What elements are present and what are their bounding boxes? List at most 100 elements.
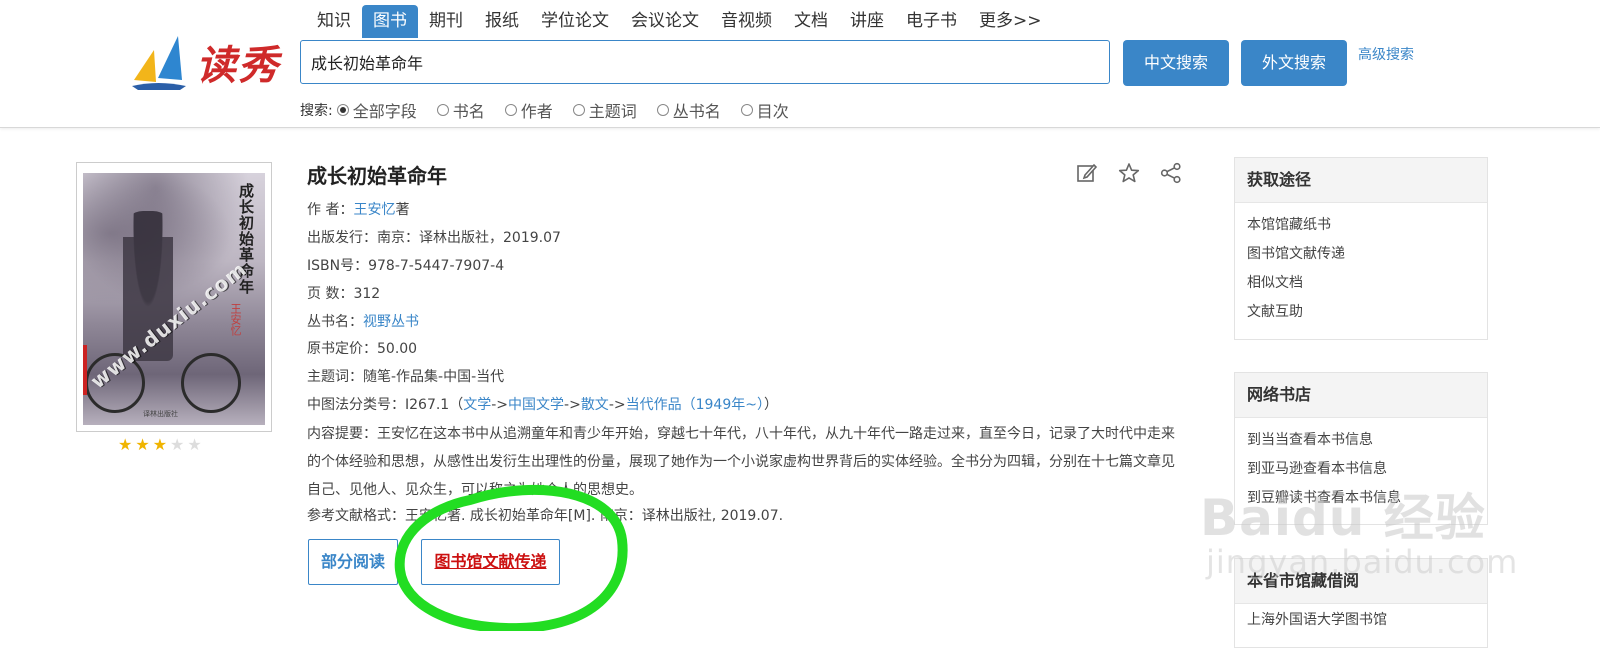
access-panel: 获取途径 本馆馆藏纸书 图书馆文献传递 相似文档 文献互助 bbox=[1234, 157, 1488, 340]
star-filled-icon: ★ bbox=[135, 435, 150, 454]
book-cover[interactable]: 成长初始革命年 王安忆 www.duxiu.com 译林出版社 bbox=[76, 162, 272, 432]
tab-7[interactable]: 文档 bbox=[783, 5, 839, 38]
advanced-search-link[interactable]: 高级搜索 bbox=[1358, 44, 1414, 64]
scope-option-label: 目次 bbox=[756, 102, 789, 121]
tab-5[interactable]: 会议论文 bbox=[620, 5, 710, 38]
book-title: 成长初始革命年 bbox=[307, 164, 447, 188]
clc-path-link[interactable]: 当代作品（1949年~） bbox=[626, 397, 764, 413]
panel-link[interactable]: 本馆馆藏纸书 bbox=[1247, 211, 1475, 240]
book-cover-image: 成长初始革命年 王安忆 www.duxiu.com 译林出版社 bbox=[83, 173, 265, 425]
tab-10[interactable]: 更多>> bbox=[968, 5, 1053, 38]
access-panel-title: 获取途径 bbox=[1235, 158, 1487, 203]
panel-link[interactable]: 文献互助 bbox=[1247, 298, 1475, 327]
panel-link[interactable]: 图书馆文献传递 bbox=[1247, 240, 1475, 269]
scope-option[interactable]: 丛书名 bbox=[656, 98, 721, 122]
scope-option[interactable]: 主题词 bbox=[572, 98, 637, 122]
publish-value: 南京：译林出版社，2019.07 bbox=[377, 230, 561, 246]
publish-label: 出版发行： bbox=[307, 230, 377, 246]
radio-button-icon[interactable] bbox=[656, 104, 669, 116]
tab-3[interactable]: 报纸 bbox=[474, 5, 530, 38]
pages-row: 页 数：312 bbox=[307, 283, 380, 303]
clc-path-link[interactable]: 散文 bbox=[581, 397, 609, 413]
edit-note-icon[interactable] bbox=[1076, 162, 1098, 184]
isbn-label: ISBN号： bbox=[307, 258, 369, 274]
foreign-search-button[interactable]: 外文搜索 bbox=[1241, 40, 1347, 86]
isbn-row: ISBN号：978-7-5447-7907-4 bbox=[307, 255, 504, 275]
baidu-watermark-url: jingyan.baidu.com bbox=[1206, 543, 1519, 581]
radio-button-icon[interactable] bbox=[336, 104, 349, 116]
cover-author: 王安忆 bbox=[229, 303, 242, 336]
favorite-star-icon[interactable] bbox=[1118, 162, 1140, 184]
tab-9[interactable]: 电子书 bbox=[895, 5, 968, 38]
search-scope: 搜索: 全部字段 书名 作者 主题词 丛书名 目次 bbox=[300, 98, 809, 122]
star-empty-icon: ★ bbox=[187, 435, 202, 454]
pages-value: 312 bbox=[353, 286, 381, 302]
classification-row: 中图法分类号：I267.1（文学->中国文学->散文->当代作品（1949年~）… bbox=[307, 394, 778, 414]
tab-8[interactable]: 讲座 bbox=[839, 5, 895, 38]
citation-label: 参考文献格式： bbox=[307, 508, 405, 524]
subject-row: 主题词：随笔-作品集-中国-当代 bbox=[307, 366, 504, 386]
baidu-watermark: Baidu 经验 bbox=[1200, 489, 1486, 547]
isbn-value: 978-7-5447-7907-4 bbox=[368, 258, 505, 274]
scope-option-label: 作者 bbox=[520, 102, 553, 121]
tab-1[interactable]: 图书 bbox=[362, 5, 418, 38]
citation-row: 参考文献格式：王安忆著. 成长初始革命年[M]. 南京：译林出版社, 2019.… bbox=[307, 505, 783, 525]
bookstore-panel-title: 网络书店 bbox=[1235, 373, 1487, 418]
radio-button-icon[interactable] bbox=[504, 104, 517, 116]
book-tools bbox=[1076, 162, 1202, 184]
tab-6[interactable]: 音视频 bbox=[710, 5, 783, 38]
scope-label: 搜索: bbox=[300, 103, 333, 119]
clc-separator: -> bbox=[608, 397, 626, 413]
subject-label: 主题词： bbox=[307, 369, 363, 385]
scope-option[interactable]: 书名 bbox=[436, 98, 485, 122]
author-row: 作 者：王安忆著 bbox=[307, 199, 409, 219]
author-link[interactable]: 王安忆 bbox=[353, 202, 395, 218]
subject-value: 随笔-作品集-中国-当代 bbox=[363, 369, 505, 385]
price-value: 50.00 bbox=[377, 341, 418, 357]
scope-option-label: 丛书名 bbox=[672, 102, 721, 121]
panel-link[interactable]: 到当当查看本书信息 bbox=[1247, 426, 1475, 455]
scope-option[interactable]: 作者 bbox=[504, 98, 553, 122]
scope-option[interactable]: 全部字段 bbox=[336, 98, 417, 122]
scope-option-label: 书名 bbox=[452, 102, 485, 121]
clc-separator: -> bbox=[491, 397, 509, 413]
radio-button-icon[interactable] bbox=[572, 104, 585, 116]
series-label: 丛书名： bbox=[307, 314, 363, 330]
abstract: 内容提要：王安忆在这本书中从追溯童年和青少年开始，穿越七十年代，八十年代，从九十… bbox=[307, 420, 1187, 504]
clc-path-link[interactable]: 中国文学 bbox=[508, 397, 564, 413]
doc-delivery-button[interactable]: 图书馆文献传递 bbox=[421, 539, 560, 585]
pages-label: 页 数： bbox=[307, 286, 354, 302]
series-link[interactable]: 视野丛书 bbox=[363, 314, 419, 330]
citation-text: 王安忆著. 成长初始革命年[M]. 南京：译林出版社, 2019.07. bbox=[405, 508, 784, 524]
star-filled-icon: ★ bbox=[152, 435, 168, 454]
radio-button-icon[interactable] bbox=[740, 104, 753, 116]
clc-open: （ bbox=[449, 397, 464, 413]
radio-button-icon[interactable] bbox=[436, 104, 449, 116]
rating-stars: ★ ★ ★ ★ ★ bbox=[118, 436, 205, 454]
tab-2[interactable]: 期刊 bbox=[418, 5, 474, 38]
author-label: 作 者： bbox=[307, 202, 354, 218]
partial-read-button[interactable]: 部分阅读 bbox=[308, 539, 398, 585]
tab-0[interactable]: 知识 bbox=[306, 5, 362, 38]
logo-text[interactable]: 读秀 bbox=[196, 33, 280, 91]
abstract-label: 内容提要： bbox=[307, 426, 377, 442]
scope-option-label: 全部字段 bbox=[352, 102, 417, 121]
star-filled-icon: ★ bbox=[118, 435, 133, 454]
scope-option-label: 主题词 bbox=[588, 102, 637, 121]
search-category-tabs: 知识 图书 期刊 报纸 学位论文 会议论文 音视频 文档 讲座 电子书 更多>> bbox=[306, 5, 1053, 38]
clc-close: ） bbox=[763, 397, 778, 413]
abstract-text: 王安忆在这本书中从追溯童年和青少年开始，穿越七十年代，八十年代，从九十年代一路走… bbox=[307, 426, 1175, 498]
clc-separator: -> bbox=[564, 397, 581, 413]
search-input[interactable] bbox=[300, 40, 1110, 84]
author-suffix: 著 bbox=[395, 202, 410, 218]
price-row: 原书定价：50.00 bbox=[307, 338, 417, 358]
tab-4[interactable]: 学位论文 bbox=[530, 5, 620, 38]
scope-option[interactable]: 目次 bbox=[740, 98, 789, 122]
clc-path-link[interactable]: 文学 bbox=[463, 397, 491, 413]
publish-row: 出版发行：南京：译林出版社，2019.07 bbox=[307, 227, 561, 247]
chinese-search-button[interactable]: 中文搜索 bbox=[1123, 40, 1229, 86]
clc-value: I267.1 bbox=[405, 397, 450, 413]
clc-label: 中图法分类号： bbox=[307, 397, 405, 413]
share-icon[interactable] bbox=[1160, 162, 1182, 184]
panel-link[interactable]: 相似文档 bbox=[1247, 269, 1475, 298]
